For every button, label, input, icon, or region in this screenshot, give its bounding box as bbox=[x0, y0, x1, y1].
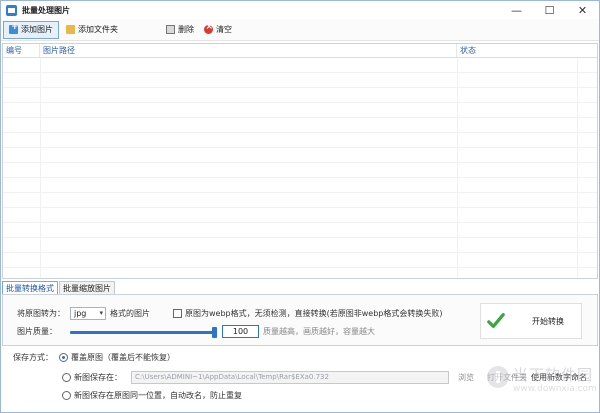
convert-panel: 将原图转为： jpg ▾ 格式的图片 原图为webp格式，无须检测，直接转换(若… bbox=[2, 294, 598, 346]
save-row-same-location: 新图保存在原图同一位置，自动改名，防止重复 bbox=[62, 390, 242, 401]
format-value: jpg bbox=[74, 309, 87, 318]
format-select[interactable]: jpg ▾ bbox=[70, 307, 106, 320]
window-title: 批量处理图片 bbox=[22, 5, 70, 15]
same-location-label: 新图保存在原图同一位置，自动改名，防止重复 bbox=[74, 391, 242, 400]
save-path-input[interactable]: C:\Users\ADMINI~1\AppData\Local\Temp\Rar… bbox=[131, 371, 449, 384]
quality-label: 图片质量： bbox=[17, 327, 57, 336]
browse-button[interactable]: 浏览 bbox=[458, 372, 474, 383]
new-location-label: 新图保存在： bbox=[74, 373, 122, 382]
clear-label: 清空 bbox=[216, 25, 232, 34]
convert-to-label: 将原图转为： bbox=[17, 309, 65, 318]
tab-batch-resize[interactable]: 批量缩放图片 bbox=[59, 281, 115, 295]
window-controls: — ☐ ✕ bbox=[500, 1, 599, 19]
format-suffix-label: 格式的图片 bbox=[110, 309, 150, 318]
open-folder-button[interactable]: 打开文件夹 bbox=[487, 372, 527, 383]
quality-slider[interactable] bbox=[70, 326, 217, 338]
radio-same-location[interactable] bbox=[62, 391, 71, 400]
webp-checkbox[interactable] bbox=[173, 309, 182, 318]
quality-input[interactable]: 100 bbox=[222, 325, 259, 338]
tab-bar: 批量转换格式 批量缩放图片 bbox=[2, 281, 116, 295]
folder-icon bbox=[66, 25, 75, 34]
use-new-name-label[interactable]: 使用新数字命名 bbox=[531, 372, 587, 383]
toolbar: 添加图片 添加文件夹 删除 清空 bbox=[1, 19, 599, 41]
slider-thumb[interactable] bbox=[212, 326, 217, 338]
add-image-label: 添加图片 bbox=[21, 25, 53, 34]
quality-row: 图片质量： 100 质量越高，画质越好，容量越大 bbox=[17, 325, 375, 338]
clear-button[interactable]: 清空 bbox=[199, 21, 237, 39]
column-header-path[interactable]: 图片路径 bbox=[40, 44, 457, 57]
webp-checkbox-label: 原图为webp格式，无须检测，直接转换(若原图非webp格式会转换失败) bbox=[185, 309, 443, 318]
overwrite-label: 覆盖原图（覆盖后不能恢复） bbox=[71, 353, 175, 362]
maximize-button[interactable]: ☐ bbox=[533, 1, 566, 19]
title-bar: 批量处理图片 — ☐ ✕ bbox=[1, 1, 599, 19]
column-divider bbox=[457, 58, 458, 278]
app-window: 批量处理图片 — ☐ ✕ 添加图片 添加文件夹 删除 清空 编号 图片路径 状态 bbox=[0, 0, 600, 413]
column-header-status[interactable]: 状态 bbox=[457, 44, 577, 57]
list-rows bbox=[3, 58, 597, 278]
save-label: 保存方式： bbox=[13, 353, 53, 362]
save-row-overwrite: 保存方式： 覆盖原图（覆盖后不能恢复） bbox=[13, 352, 175, 363]
clear-icon bbox=[204, 22, 213, 34]
list-header: 编号 图片路径 状态 bbox=[3, 44, 597, 58]
delete-icon bbox=[166, 25, 175, 34]
add-folder-button[interactable]: 添加文件夹 bbox=[61, 21, 123, 39]
start-convert-button[interactable]: 开始转换 bbox=[480, 303, 582, 339]
tab-batch-convert[interactable]: 批量转换格式 bbox=[2, 281, 58, 295]
image-list[interactable]: 编号 图片路径 状态 bbox=[2, 43, 598, 279]
add-folder-label: 添加文件夹 bbox=[78, 25, 118, 34]
quality-hint: 质量越高，画质越好，容量越大 bbox=[263, 327, 375, 336]
close-button[interactable]: ✕ bbox=[566, 1, 599, 19]
column-header-id[interactable]: 编号 bbox=[3, 44, 40, 57]
slider-fill bbox=[70, 330, 214, 334]
column-divider bbox=[40, 58, 41, 278]
start-convert-label: 开始转换 bbox=[532, 316, 564, 326]
radio-overwrite[interactable] bbox=[59, 353, 68, 362]
column-divider bbox=[577, 58, 578, 278]
minimize-button[interactable]: — bbox=[500, 1, 533, 19]
delete-button[interactable]: 删除 bbox=[161, 21, 199, 39]
chevron-down-icon: ▾ bbox=[99, 309, 103, 317]
format-row: 将原图转为： jpg ▾ 格式的图片 原图为webp格式，无须检测，直接转换(若… bbox=[17, 307, 442, 320]
save-row-new-location: 新图保存在： C:\Users\ADMINI~1\AppData\Local\T… bbox=[62, 371, 587, 384]
checkmark-icon bbox=[487, 313, 505, 329]
delete-label: 删除 bbox=[178, 25, 194, 34]
app-icon bbox=[6, 4, 17, 16]
save-options: 保存方式： 覆盖原图（覆盖后不能恢复） 新图保存在： C:\Users\ADMI… bbox=[2, 346, 598, 412]
radio-new-location[interactable] bbox=[62, 373, 71, 382]
add-image-button[interactable]: 添加图片 bbox=[3, 20, 59, 39]
add-image-icon bbox=[9, 22, 19, 34]
